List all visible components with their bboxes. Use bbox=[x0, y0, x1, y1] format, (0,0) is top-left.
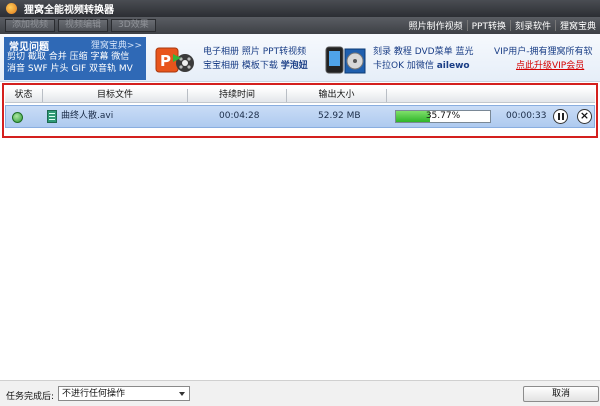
status-ok-icon bbox=[12, 112, 23, 123]
faq-links-row-1[interactable]: 剪切 截取 合并 压缩 字幕 微信 bbox=[4, 51, 146, 63]
liwo-guide-link[interactable]: 狸窝宝典 bbox=[556, 19, 600, 32]
column-divider bbox=[386, 89, 387, 102]
svg-text:P: P bbox=[160, 52, 171, 70]
task-table-header: 状态 目标文件 持续时间 输出大小 bbox=[5, 88, 595, 103]
dvd-burn-line-1[interactable]: 刻录 教程 DVD菜单 蓝光 bbox=[373, 45, 473, 59]
duration-value: 00:04:28 bbox=[219, 111, 260, 121]
progress-percent: 35.77% bbox=[425, 111, 461, 121]
toolbar-links: 照片制作视频 PPT转换 刻录软件 狸窝宝典 bbox=[405, 17, 600, 34]
bottom-bar: 任务完成后: 不进行任何操作 取消 bbox=[0, 380, 600, 406]
photo-album-line-1[interactable]: 电子相册 照片 PPT转视频 bbox=[203, 45, 308, 59]
target-file-name: 曲终人散.avi bbox=[61, 111, 114, 121]
column-status[interactable]: 状态 bbox=[5, 88, 42, 103]
title-bar: 狸窝全能视频转换器 bbox=[0, 0, 600, 17]
photo-to-video-link[interactable]: 照片制作视频 bbox=[405, 19, 467, 32]
window-title: 狸窝全能视频转换器 bbox=[24, 5, 114, 16]
3d-effect-button[interactable]: 3D效果 bbox=[111, 19, 156, 32]
cancel-button[interactable]: 取消 bbox=[523, 386, 599, 402]
photo-album-icon[interactable]: P bbox=[155, 44, 195, 76]
remove-task-button[interactable]: × bbox=[577, 109, 592, 124]
dvd-burn-icon[interactable] bbox=[325, 44, 367, 76]
after-complete-label: 任务完成后: bbox=[6, 392, 55, 402]
pause-button[interactable] bbox=[553, 109, 568, 124]
faq-title: 常见问题 bbox=[9, 42, 49, 53]
after-complete-value: 不进行任何操作 bbox=[62, 389, 126, 399]
faq-header: 常见问题 狸窝宝典>> bbox=[4, 37, 146, 53]
photo-album-links: 电子相册 照片 PPT转视频 宝宝相册 模板下载 学泡妞 bbox=[203, 45, 308, 73]
column-target-file[interactable]: 目标文件 bbox=[43, 88, 187, 103]
dvd-burn-links: 刻录 教程 DVD菜单 蓝光 卡拉OK 加微信 ailewo bbox=[373, 45, 473, 73]
add-video-button[interactable]: 添加视频 bbox=[5, 19, 56, 32]
video-edit-button[interactable]: 视频编辑 bbox=[58, 19, 109, 32]
toolbar: 添加视频 视频编辑 3D效果 照片制作视频 PPT转换 刻录软件 狸窝宝典 bbox=[0, 17, 600, 34]
after-complete-select[interactable]: 不进行任何操作 bbox=[58, 386, 190, 401]
vip-upgrade-link[interactable]: 点此升级VIP会员 bbox=[494, 59, 593, 73]
vip-text: VIP用户-拥有狸窝所有软 bbox=[494, 47, 593, 57]
faq-panel: 常见问题 狸窝宝典>> 剪切 截取 合并 压缩 字幕 微信 消音 SWF 片头 … bbox=[4, 37, 146, 80]
ppt-convert-link[interactable]: PPT转换 bbox=[468, 19, 510, 32]
dvd-burn-line-2: 卡拉OK 加微信 ailewo bbox=[373, 59, 473, 73]
task-row[interactable]: 曲终人散.avi 00:04:28 52.92 MB 35.77% 00:00:… bbox=[5, 105, 595, 128]
karaoke-link[interactable]: 卡拉OK 加微信 bbox=[373, 61, 434, 71]
chevron-down-icon[interactable] bbox=[176, 387, 189, 400]
column-output-size[interactable]: 输出大小 bbox=[287, 88, 386, 103]
faq-more-link[interactable]: 狸窝宝典>> bbox=[91, 38, 142, 51]
wechat-id: ailewo bbox=[436, 61, 470, 71]
faq-links-row-2[interactable]: 消音 SWF 片头 GIF 双音轨 MV bbox=[4, 63, 146, 75]
burn-software-link[interactable]: 刻录软件 bbox=[511, 19, 555, 32]
column-duration[interactable]: 持续时间 bbox=[188, 88, 286, 103]
vip-promo: VIP用户-拥有狸窝所有软 点此升级VIP会员 bbox=[494, 45, 593, 73]
app-logo-icon bbox=[6, 3, 17, 14]
conversion-progress-bar: 35.77% bbox=[395, 110, 491, 123]
photo-album-line-2: 宝宝相册 模板下载 学泡妞 bbox=[203, 59, 308, 73]
remaining-time: 00:00:33 bbox=[506, 111, 547, 121]
learn-link[interactable]: 学泡妞 bbox=[281, 61, 308, 71]
baby-album-link[interactable]: 宝宝相册 模板下载 bbox=[203, 61, 278, 71]
output-size-value: 52.92 MB bbox=[318, 111, 361, 121]
video-file-icon bbox=[47, 110, 57, 123]
